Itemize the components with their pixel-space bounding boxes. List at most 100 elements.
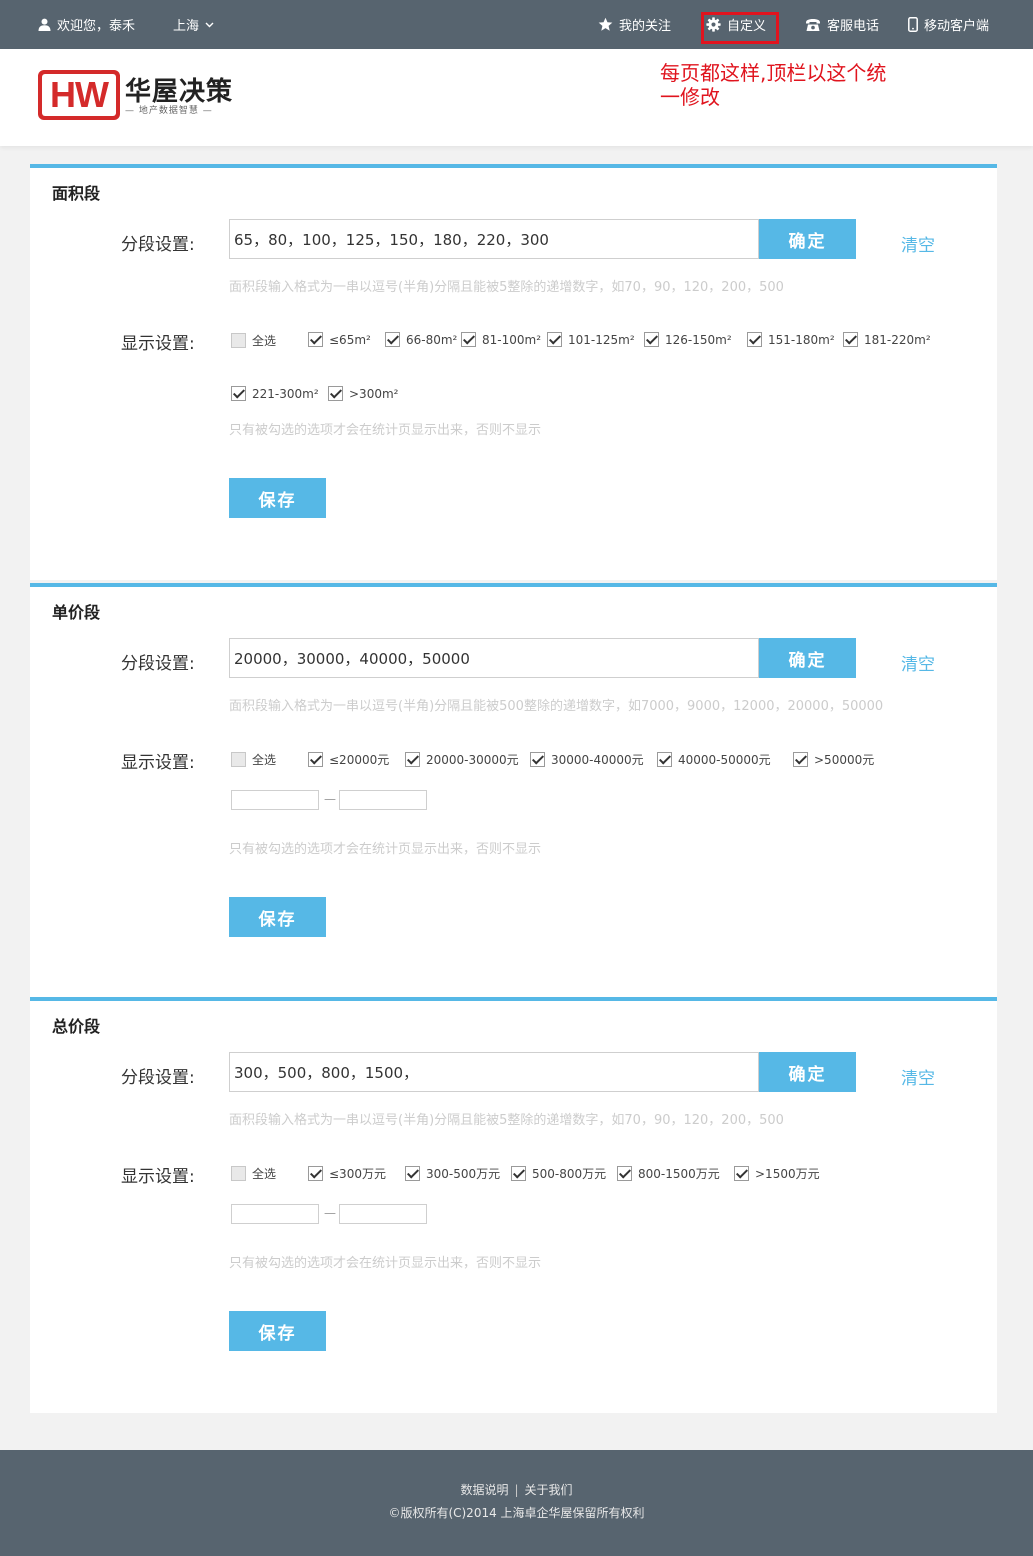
option-label: ≤65m² [329, 332, 371, 347]
option-label: 40000-50000元 [678, 753, 771, 767]
section-title: 面积段 [52, 184, 101, 203]
option-label: >1500万元 [755, 1167, 820, 1181]
logo[interactable]: HW [38, 70, 120, 120]
segment-label: 分段设置: [121, 235, 195, 255]
welcome-text: 欢迎您，泰禾 [57, 19, 136, 34]
option-label: >50000元 [814, 753, 875, 767]
display-label: 显示设置: [121, 753, 195, 773]
option-checkbox[interactable]: 221-300m² [231, 386, 319, 401]
option-checkbox[interactable]: ≤20000元 [308, 751, 389, 768]
clear-button[interactable]: 清空 [901, 650, 935, 675]
option-label: 101-125m² [568, 332, 635, 347]
checkbox-box [385, 332, 400, 347]
checkbox-box [644, 332, 659, 347]
save-button[interactable]: 保存 [229, 478, 326, 518]
select-all-checkbox[interactable]: 全选 [231, 751, 276, 768]
nav-my-follow[interactable]: 我的关注 [598, 0, 671, 49]
phone-icon [806, 18, 820, 31]
checkbox-box [231, 752, 246, 767]
checkbox-box [405, 752, 420, 767]
display-hint: 只有被勾选的选项才会在统计页显示出来，否则不显示 [229, 842, 542, 857]
section-title: 单价段 [52, 603, 101, 622]
checkbox-box [405, 1166, 420, 1181]
select-all-checkbox[interactable]: 全选 [231, 332, 276, 349]
save-button[interactable]: 保存 [229, 1311, 326, 1351]
highlight-box [701, 12, 779, 44]
checkbox-box [461, 332, 476, 347]
option-checkbox[interactable]: ≤65m² [308, 332, 371, 347]
option-checkbox[interactable]: 151-180m² [747, 332, 835, 347]
range-dash: — [324, 792, 336, 806]
city-label: 上海 [173, 19, 200, 34]
option-label: ≤300万元 [329, 1167, 386, 1181]
option-label: 800-1500万元 [638, 1167, 720, 1181]
option-label: 500-800万元 [532, 1167, 607, 1181]
save-button[interactable]: 保存 [229, 897, 326, 937]
nav-mobile-client-label: 移动客户端 [924, 19, 990, 34]
section-area: 面积段 分段设置: 65，80，100，125，150，180，220，300 … [30, 164, 997, 580]
option-checkbox[interactable]: 30000-40000元 [530, 751, 644, 768]
logo-mark: HW [42, 74, 116, 116]
range-min-input[interactable] [231, 1204, 319, 1224]
checkbox-box [843, 332, 858, 347]
option-checkbox[interactable]: 500-800万元 [511, 1165, 606, 1182]
confirm-button[interactable]: 确定 [759, 1052, 856, 1092]
footer-links: 数据说明 | 关于我们 [0, 1481, 1033, 1498]
footer-separator: | [514, 1483, 519, 1497]
range-max-input[interactable] [339, 790, 427, 810]
footer-link-about-us[interactable]: 关于我们 [525, 1483, 573, 1497]
option-label: 81-100m² [482, 332, 542, 347]
option-checkbox[interactable]: 81-100m² [461, 332, 541, 347]
option-label: 126-150m² [665, 332, 732, 347]
option-checkbox[interactable]: 20000-30000元 [405, 751, 519, 768]
nav-mobile-client[interactable]: 移动客户端 [908, 0, 989, 49]
segment-input[interactable]: 300，500，800，1500， [229, 1052, 759, 1092]
clear-button[interactable]: 清空 [901, 1064, 935, 1089]
range-min-input[interactable] [231, 790, 319, 810]
option-checkbox[interactable]: 101-125m² [547, 332, 635, 347]
option-checkbox[interactable]: 126-150m² [644, 332, 732, 347]
confirm-button[interactable]: 确定 [759, 638, 856, 678]
checkbox-box [793, 752, 808, 767]
option-checkbox[interactable]: 800-1500万元 [617, 1165, 720, 1182]
option-checkbox[interactable]: 300-500万元 [405, 1165, 500, 1182]
segment-input[interactable]: 20000，30000，40000，50000 [229, 638, 759, 678]
checkbox-box [547, 332, 562, 347]
option-label: 20000-30000元 [426, 753, 519, 767]
city-selector[interactable]: 上海 [173, 0, 214, 49]
format-hint: 面积段输入格式为一串以逗号(半角)分隔且能被500整除的递增数字，如7000，9… [229, 699, 884, 714]
clear-button[interactable]: 清空 [901, 231, 935, 256]
header: HW 华屋决策 — 地产数据智慧 — 每页都这样,顶栏以这个统一修改 [0, 49, 1033, 146]
mobile-icon [908, 17, 918, 32]
option-checkbox[interactable]: >1500万元 [734, 1165, 820, 1182]
range-max-input[interactable] [339, 1204, 427, 1224]
format-hint: 面积段输入格式为一串以逗号(半角)分隔且能被5整除的递增数字，如70，90，12… [229, 1113, 784, 1128]
section-unit-price: 单价段 分段设置: 20000，30000，40000，50000 确定 清空 … [30, 583, 997, 999]
checkbox-box [657, 752, 672, 767]
confirm-button[interactable]: 确定 [759, 219, 856, 259]
option-label: 221-300m² [252, 386, 319, 401]
option-checkbox[interactable]: 40000-50000元 [657, 751, 771, 768]
footer-link-data-description[interactable]: 数据说明 [460, 1483, 508, 1497]
nav-service-phone-label: 客服电话 [827, 19, 880, 34]
nav-service-phone[interactable]: 客服电话 [805, 0, 879, 49]
checkbox-box [530, 752, 545, 767]
option-checkbox[interactable]: 66-80m² [385, 332, 457, 347]
option-checkbox[interactable]: ≤300万元 [308, 1165, 386, 1182]
checkbox-box [308, 1166, 323, 1181]
user-icon [38, 18, 51, 31]
select-all-checkbox[interactable]: 全选 [231, 1165, 276, 1182]
annotation-note: 每页都这样,顶栏以这个统一修改 [660, 61, 887, 109]
option-label: 全选 [252, 334, 277, 348]
option-checkbox[interactable]: >50000元 [793, 751, 874, 768]
option-checkbox[interactable]: >300m² [328, 386, 398, 401]
segment-input[interactable]: 65，80，100，125，150，180，220，300 [229, 219, 759, 259]
chevron-down-icon [205, 22, 214, 27]
checkbox-box [308, 752, 323, 767]
option-checkbox[interactable]: 181-220m² [843, 332, 931, 347]
option-label: >300m² [349, 386, 399, 401]
top-bar: 欢迎您，泰禾 上海 我的关注 自定义 客服电话 移动客户端 [0, 0, 1033, 49]
option-label: 66-80m² [406, 332, 458, 347]
logo-tagline: — 地产数据智慧 — [125, 106, 213, 116]
footer: 数据说明 | 关于我们 ©版权所有(C)2014 上海卓企华屋保留所有权利 [0, 1450, 1033, 1556]
